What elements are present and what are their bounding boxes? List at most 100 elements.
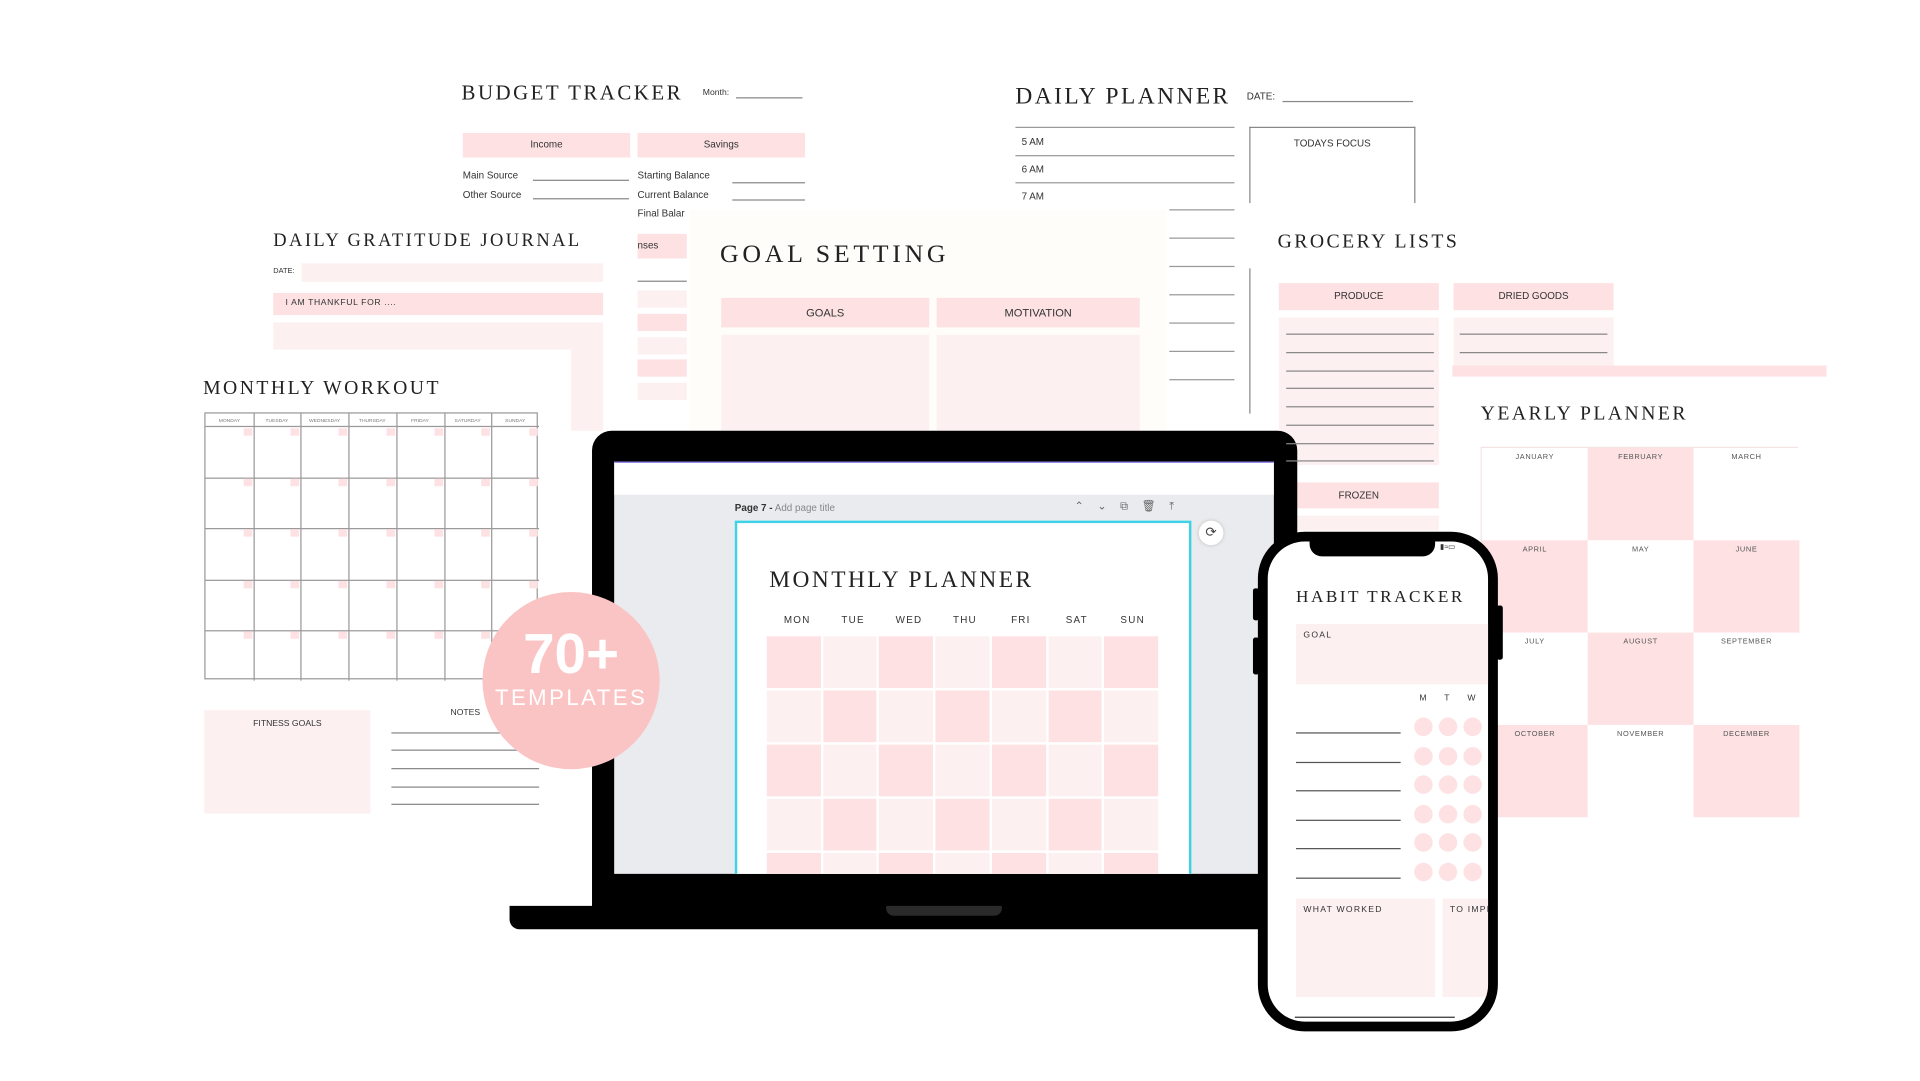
habit-dot[interactable] — [1463, 862, 1482, 881]
motivation-header: MOTIVATION — [936, 297, 1140, 328]
trash-icon[interactable]: 🗑 — [1142, 500, 1156, 514]
day-cell[interactable] — [1048, 798, 1102, 851]
habit-dot[interactable] — [1463, 717, 1482, 737]
habit-dot[interactable] — [1463, 775, 1482, 794]
day-cell[interactable] — [879, 798, 934, 851]
habit-line — [1296, 761, 1401, 763]
date-marker — [386, 580, 395, 588]
day-cell[interactable] — [1048, 690, 1102, 743]
list-line — [1286, 387, 1434, 389]
habit-dot[interactable] — [1438, 775, 1458, 794]
day-cell[interactable] — [1048, 744, 1102, 797]
goals-header: GOALS — [721, 297, 930, 328]
date-marker — [433, 580, 443, 588]
divider — [1015, 155, 1235, 157]
add-page-icon[interactable]: ⤒ — [1169, 500, 1174, 514]
day-cell[interactable] — [879, 636, 934, 689]
day-cell[interactable] — [991, 744, 1046, 797]
month-cell: JANUARY — [1481, 448, 1588, 541]
day-cell[interactable] — [1104, 852, 1159, 874]
list-line — [1459, 352, 1608, 354]
habit-dot[interactable] — [1438, 746, 1458, 765]
habit-dot[interactable] — [1438, 862, 1458, 881]
day-cell[interactable] — [1048, 636, 1102, 689]
date-marker — [433, 428, 443, 436]
day-cell[interactable] — [766, 744, 821, 797]
day-cell[interactable] — [766, 690, 821, 743]
duplicate-icon[interactable]: ⧉ — [1120, 500, 1128, 514]
day-cell[interactable] — [935, 690, 990, 743]
month-cell: MAY — [1587, 540, 1694, 633]
day-cell[interactable] — [1104, 798, 1159, 851]
day-header: FRIDAY — [396, 414, 444, 428]
editor-screen: Page 7 - Add page title ⌃ ⌄ ⧉ 🗑 ⤒ ⟳ MONT… — [614, 461, 1274, 874]
day-cell[interactable] — [935, 852, 990, 874]
habit-line — [1296, 732, 1401, 734]
time-slot: 7 AM — [1021, 190, 1045, 202]
day-cell[interactable] — [766, 852, 821, 874]
month-cell: NOVEMBER — [1587, 724, 1694, 818]
habit-dot[interactable] — [1463, 804, 1482, 823]
habit-dot[interactable] — [1438, 717, 1458, 737]
date-marker — [290, 428, 300, 436]
phone-screen: 30 ▮≈▭ HABIT TRACKER GOAL M T W WHAT WORKE… — [1267, 541, 1489, 1022]
day-cell[interactable] — [879, 690, 934, 743]
day-cell[interactable] — [823, 636, 877, 689]
day-cell[interactable] — [1104, 690, 1159, 743]
editor-toolbar — [614, 461, 1274, 495]
habit-day-label: T — [1444, 694, 1450, 703]
month-cell: DECEMBER — [1693, 724, 1800, 818]
habit-dot[interactable] — [1414, 862, 1433, 881]
weekday-label: FRI — [1011, 614, 1031, 626]
date-marker — [386, 479, 395, 487]
day-cell[interactable] — [823, 852, 877, 874]
habit-dot[interactable] — [1438, 833, 1458, 852]
date-marker — [529, 580, 538, 588]
month-cell: FEBRUARY — [1587, 448, 1694, 541]
habit-line — [1296, 790, 1401, 792]
col-divider — [396, 413, 398, 681]
day-cell[interactable] — [1104, 744, 1159, 797]
date-marker — [243, 479, 252, 487]
page-title-input[interactable]: Add page title — [775, 502, 835, 513]
divider — [1169, 265, 1235, 268]
comment-add-icon[interactable]: ⟳ — [1198, 520, 1224, 546]
day-cell[interactable] — [935, 636, 990, 689]
dried-goods-header: DRIED GOODS — [1453, 283, 1614, 311]
day-cell[interactable] — [823, 690, 877, 743]
chevron-up-icon[interactable]: ⌃ — [1074, 500, 1083, 514]
focus-label: TODAYS FOCUS — [1293, 137, 1371, 149]
day-cell[interactable] — [1048, 852, 1102, 874]
weekday-label: MON — [783, 614, 811, 626]
day-cell[interactable] — [935, 744, 990, 797]
day-cell[interactable] — [991, 798, 1046, 851]
day-cell[interactable] — [766, 636, 821, 689]
habit-dot[interactable] — [1414, 775, 1433, 794]
day-cell[interactable] — [991, 636, 1046, 689]
day-cell[interactable] — [935, 798, 990, 851]
date-marker — [386, 529, 395, 538]
day-cell[interactable] — [991, 690, 1046, 743]
day-cell[interactable] — [1104, 636, 1159, 689]
day-cell[interactable] — [823, 798, 877, 851]
date-marker — [338, 428, 348, 436]
habit-dot[interactable] — [1414, 746, 1433, 765]
list-line — [1286, 406, 1434, 408]
monthly-planner-title: MONTHLY PLANNER — [769, 567, 1034, 594]
day-cell[interactable] — [823, 744, 877, 797]
page-canvas[interactable]: MONTHLY PLANNER MON TUE WED THU FRI SAT SUN — [734, 520, 1192, 874]
day-cell[interactable] — [991, 852, 1046, 874]
habit-dot[interactable] — [1414, 833, 1433, 852]
habit-line — [1296, 819, 1401, 821]
habit-dot[interactable] — [1463, 746, 1482, 765]
habit-dot[interactable] — [1414, 804, 1433, 823]
day-cell[interactable] — [879, 744, 934, 797]
habit-dot[interactable] — [1414, 717, 1433, 737]
day-cell[interactable] — [879, 852, 934, 874]
savings-header: Savings — [637, 132, 805, 158]
habit-dot[interactable] — [1438, 804, 1458, 823]
habit-dot[interactable] — [1463, 833, 1482, 852]
thankful-field: I AM THANKFUL FOR .... — [273, 292, 604, 316]
day-cell[interactable] — [766, 798, 821, 851]
chevron-down-icon[interactable]: ⌄ — [1097, 500, 1106, 514]
